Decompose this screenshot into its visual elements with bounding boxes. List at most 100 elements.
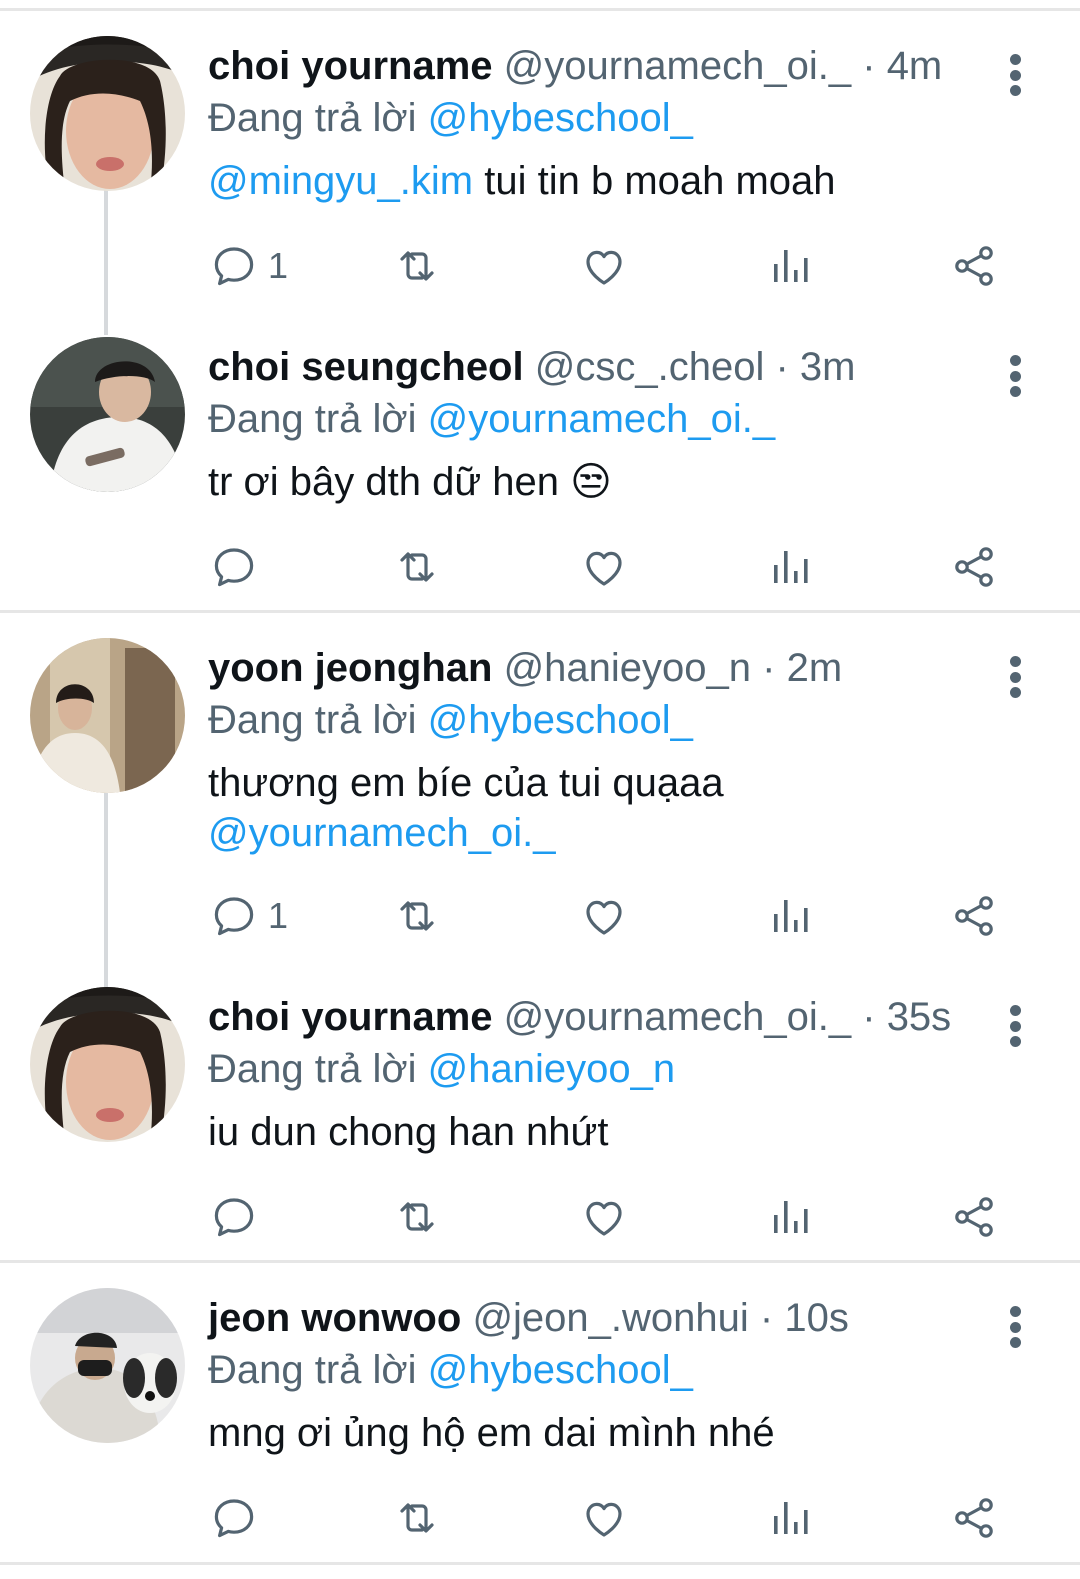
retweet-button[interactable]	[393, 886, 441, 946]
user-handle[interactable]: @yournamech_oi._	[504, 995, 851, 1039]
retweet-button[interactable]	[393, 1488, 441, 1548]
mention-link[interactable]: @mingyu_.kim	[208, 159, 473, 203]
timestamp[interactable]: 3m	[800, 345, 856, 389]
views-icon	[766, 1494, 814, 1542]
more-icon[interactable]	[1008, 1005, 1022, 1047]
views-icon	[766, 543, 814, 591]
user-handle[interactable]: @yournamech_oi._	[504, 44, 851, 88]
like-button[interactable]	[580, 1187, 628, 1247]
reply-button[interactable]	[210, 1488, 258, 1548]
like-button[interactable]	[580, 886, 628, 946]
retweet-icon	[393, 1193, 441, 1241]
avatar[interactable]	[30, 36, 185, 191]
like-icon	[580, 1193, 628, 1241]
reply-count: 1	[268, 895, 289, 936]
tweet-text: mng ơi ủng hộ em dai mình nhé	[208, 1408, 1020, 1458]
tweet[interactable]: yoon jeonghan @hanieyoo_n · 2m Đang trả …	[0, 612, 1080, 962]
more-icon[interactable]	[1008, 54, 1022, 96]
views-icon	[766, 242, 814, 290]
share-icon	[950, 1193, 998, 1241]
tweet[interactable]: choi yourname @yournamech_oi._ · 35s Đan…	[0, 961, 1080, 1261]
reply-button[interactable]: 1	[210, 886, 288, 946]
more-icon[interactable]	[1008, 355, 1022, 397]
retweet-button[interactable]	[393, 537, 441, 597]
like-icon	[580, 1494, 628, 1542]
separator: ·	[759, 1296, 774, 1340]
more-icon[interactable]	[1008, 1306, 1022, 1348]
retweet-button[interactable]	[393, 1187, 441, 1247]
share-button[interactable]	[950, 1488, 998, 1548]
avatar[interactable]	[30, 638, 185, 793]
share-button[interactable]	[950, 537, 998, 597]
display-name[interactable]: jeon wonwoo	[208, 1296, 461, 1340]
display-name[interactable]: choi yourname	[208, 44, 493, 88]
share-icon	[950, 242, 998, 290]
separator: ·	[862, 995, 876, 1039]
views-button[interactable]	[766, 886, 814, 946]
share-button[interactable]	[950, 886, 998, 946]
tweet-text: thương em bíe của tui quạaa @yournamech_o…	[208, 758, 1020, 858]
tweet[interactable]: choi yourname @yournamech_oi._ · 4m Đang…	[0, 10, 1080, 310]
views-button[interactable]	[766, 537, 814, 597]
tweet[interactable]: jeon wonwoo @jeon_.wonhui · 10s Đang trả…	[0, 1262, 1080, 1562]
retweet-icon	[393, 242, 441, 290]
reply-button[interactable]: 1	[210, 236, 288, 296]
separator: ·	[775, 345, 789, 389]
replying-to-mention[interactable]: @hybeschool_	[428, 698, 693, 742]
views-button[interactable]	[766, 1187, 814, 1247]
user-handle[interactable]: @csc_.cheol	[535, 345, 765, 389]
timestamp[interactable]: 2m	[787, 646, 843, 690]
retweet-icon	[393, 892, 441, 940]
replying-to-mention[interactable]: @hybeschool_	[428, 1348, 693, 1392]
replying-label: Đang trả lời	[208, 1348, 417, 1392]
reply-icon	[210, 1494, 258, 1542]
share-button[interactable]	[950, 236, 998, 296]
avatar[interactable]	[30, 987, 185, 1142]
reply-icon	[210, 892, 258, 940]
like-button[interactable]	[580, 1488, 628, 1548]
avatar[interactable]	[30, 337, 185, 492]
like-button[interactable]	[580, 537, 628, 597]
retweet-icon	[393, 543, 441, 591]
tweet-body: mng ơi ủng hộ em dai mình nhé	[208, 1411, 775, 1455]
reply-count: 1	[268, 245, 289, 286]
tweet-body: tui tin b moah moah	[473, 159, 836, 203]
replying-to-mention[interactable]: @hanieyoo_n	[428, 1047, 675, 1091]
tweet-text: @mingyu_.kim tui tin b moah moah	[208, 156, 1020, 206]
tweet-body: tr ơi bây dth dữ hen	[208, 460, 559, 504]
share-button[interactable]	[950, 1187, 998, 1247]
display-name[interactable]: choi yourname	[208, 995, 493, 1039]
like-button[interactable]	[580, 236, 628, 296]
replying-label: Đang trả lời	[208, 96, 417, 140]
timestamp[interactable]: 35s	[887, 995, 952, 1039]
reply-button[interactable]	[210, 1187, 258, 1247]
reply-button[interactable]	[210, 537, 258, 597]
timestamp[interactable]: 4m	[887, 44, 943, 88]
tweet-header: jeon wonwoo @jeon_.wonhui · 10s	[208, 1292, 1020, 1344]
action-bar	[0, 537, 1080, 597]
timestamp[interactable]: 10s	[784, 1296, 849, 1340]
display-name[interactable]: yoon jeonghan	[208, 646, 492, 690]
share-icon	[950, 543, 998, 591]
replying-to-mention[interactable]: @hybeschool_	[428, 96, 693, 140]
replying-to: Đang trả lời @hybeschool_	[208, 92, 1020, 144]
tweet-header: choi seungcheol @csc_.cheol · 3m	[208, 341, 1020, 393]
action-bar: 1	[0, 236, 1080, 296]
more-icon[interactable]	[1008, 656, 1022, 698]
retweet-button[interactable]	[393, 236, 441, 296]
replying-label: Đang trả lời	[208, 698, 417, 742]
tweet-header: choi yourname @yournamech_oi._ · 4m	[208, 40, 1020, 92]
action-bar	[0, 1187, 1080, 1247]
user-handle[interactable]: @hanieyoo_n	[504, 646, 751, 690]
tweet[interactable]: choi seungcheol @csc_.cheol · 3m Đang tr…	[0, 311, 1080, 611]
tweet-body: thương em bíe của tui quạaa	[208, 761, 724, 805]
user-handle[interactable]: @jeon_.wonhui	[472, 1296, 748, 1340]
views-button[interactable]	[766, 1488, 814, 1548]
replying-label: Đang trả lời	[208, 1047, 417, 1091]
views-button[interactable]	[766, 236, 814, 296]
mention-link[interactable]: @yournamech_oi._	[208, 808, 1020, 858]
tweet-header: choi yourname @yournamech_oi._ · 35s	[208, 991, 1020, 1043]
display-name[interactable]: choi seungcheol	[208, 345, 524, 389]
replying-to-mention[interactable]: @yournamech_oi._	[428, 397, 775, 441]
avatar[interactable]	[30, 1288, 185, 1443]
